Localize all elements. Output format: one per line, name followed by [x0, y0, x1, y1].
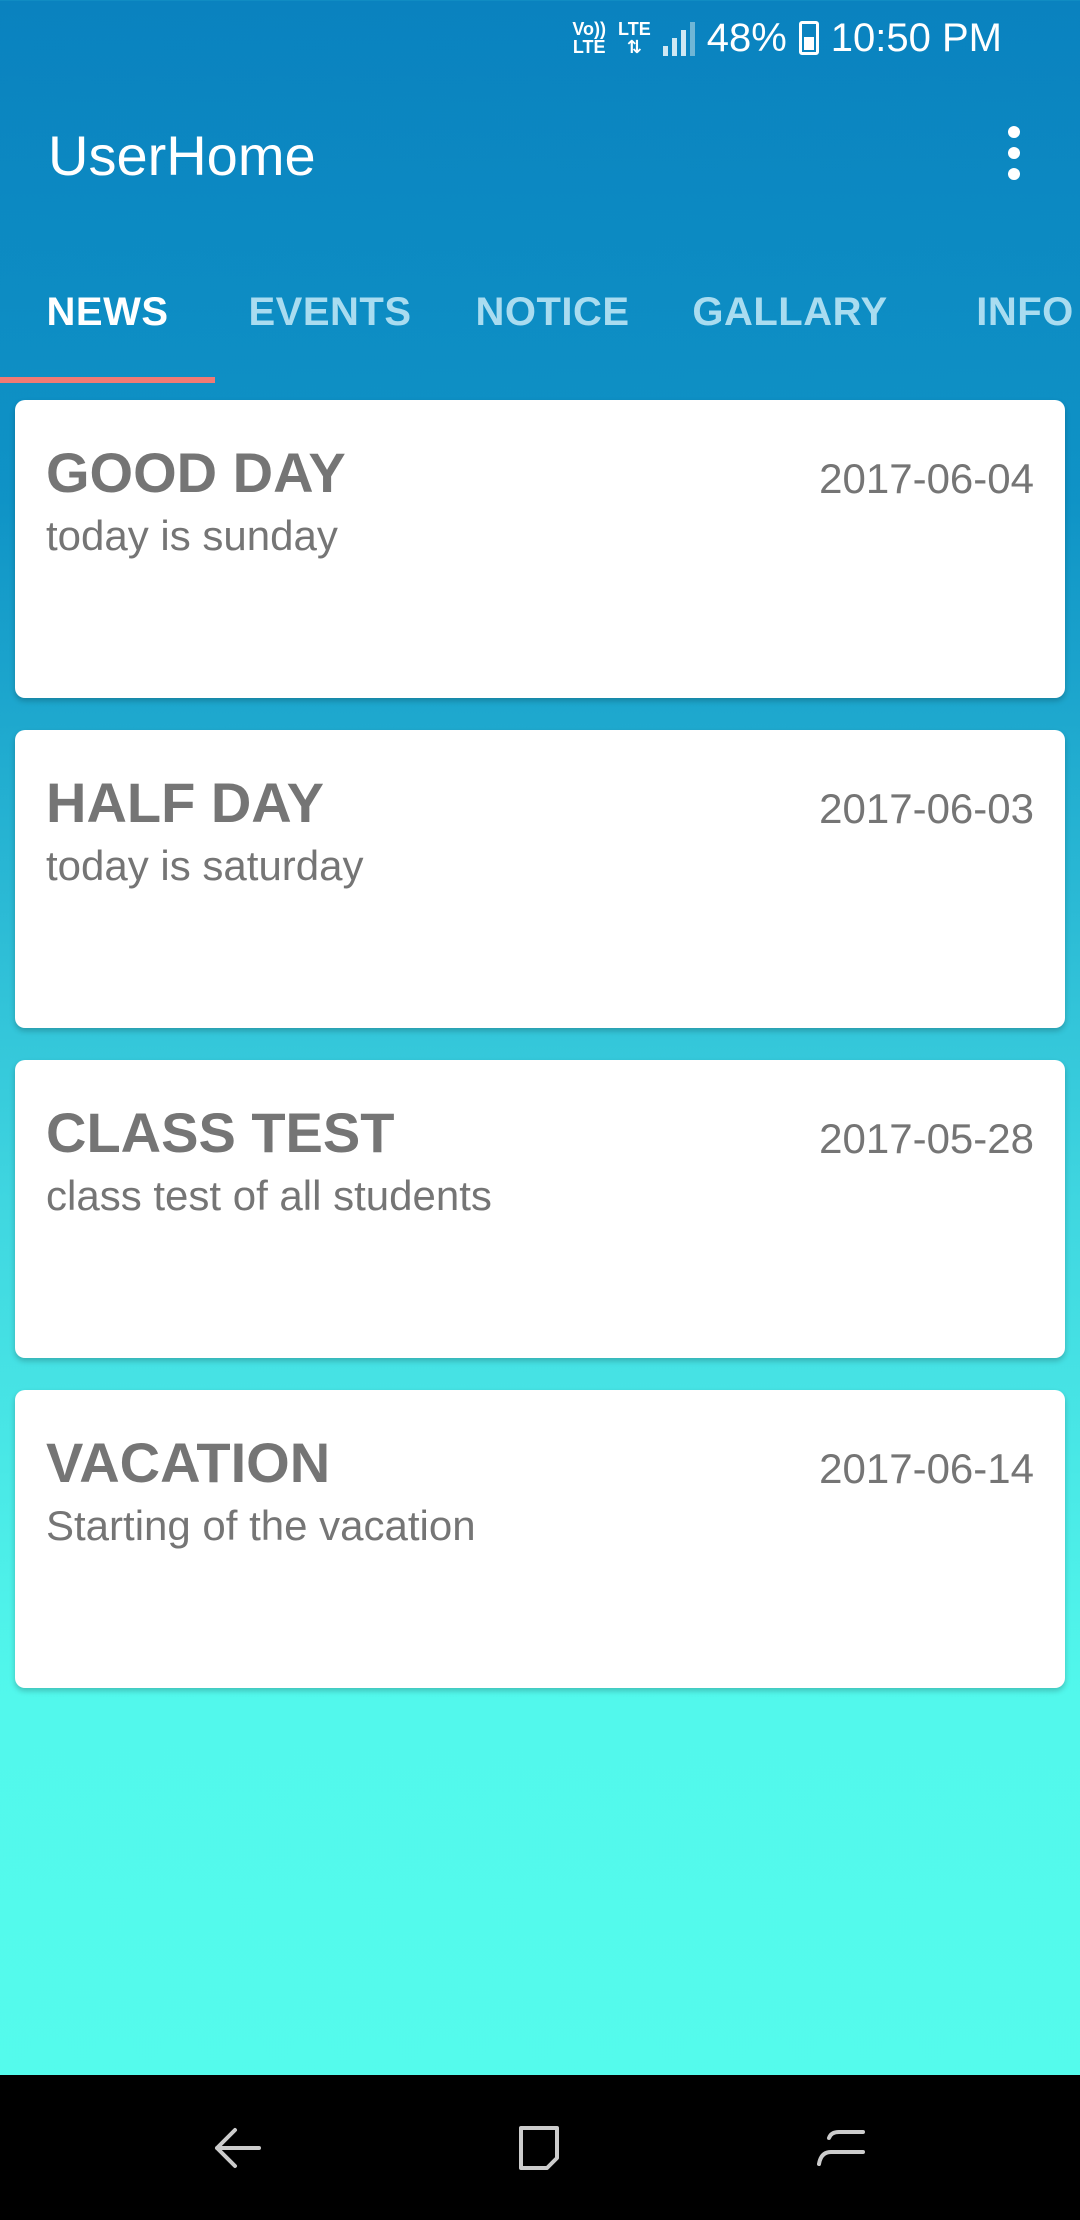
status-bar: Vo)) LTE LTE ⇅ 48% 10:50 PM — [0, 0, 1080, 75]
news-card[interactable]: GOOD DAY 2017-06-04 today is sunday — [15, 400, 1065, 698]
news-date: 2017-06-03 — [819, 785, 1034, 832]
tab-info[interactable]: INFO — [960, 240, 1080, 384]
tab-bar: NEWS EVENTS NOTICE GALLARY INFO — [0, 240, 1080, 384]
news-title: GOOD DAY — [46, 441, 346, 504]
back-icon[interactable] — [192, 2103, 282, 2193]
news-description: today is sunday — [46, 512, 338, 559]
news-card[interactable]: HALF DAY 2017-06-03 today is saturday — [15, 730, 1065, 1028]
volte-icon: Vo)) LTE — [572, 19, 607, 57]
tab-notice[interactable]: NOTICE — [445, 240, 660, 384]
news-card[interactable]: VACATION 2017-06-14 Starting of the vaca… — [15, 1390, 1065, 1688]
news-description: class test of all students — [46, 1172, 492, 1219]
page-title: UserHome — [48, 124, 316, 187]
tab-indicator — [0, 377, 215, 383]
news-date: 2017-05-28 — [819, 1115, 1034, 1162]
app-bar: UserHome — [0, 75, 1080, 240]
news-description: Starting of the vacation — [46, 1502, 476, 1549]
more-vert-icon[interactable] — [978, 117, 1050, 189]
news-date: 2017-06-04 — [819, 455, 1034, 502]
status-icons: Vo)) LTE LTE ⇅ 48% 10:50 PM — [572, 10, 1002, 66]
news-title: CLASS TEST — [46, 1101, 395, 1164]
news-description: today is saturday — [46, 842, 364, 889]
tab-news[interactable]: NEWS — [0, 240, 215, 384]
battery-charging-icon — [798, 21, 819, 55]
home-icon[interactable] — [494, 2103, 584, 2193]
tab-events[interactable]: EVENTS — [215, 240, 445, 384]
news-date: 2017-06-14 — [819, 1445, 1034, 1492]
news-title: HALF DAY — [46, 771, 324, 834]
status-time: 10:50 PM — [830, 15, 1002, 60]
news-title: VACATION — [46, 1431, 331, 1494]
recents-icon[interactable] — [796, 2103, 886, 2193]
tab-gallary[interactable]: GALLARY — [660, 240, 920, 384]
system-nav-bar — [0, 2075, 1080, 2220]
lte-data-icon: LTE ⇅ — [618, 19, 651, 57]
signal-icon — [662, 20, 695, 56]
news-card[interactable]: CLASS TEST 2017-05-28 class test of all … — [15, 1060, 1065, 1358]
battery-percent: 48% — [706, 15, 787, 60]
